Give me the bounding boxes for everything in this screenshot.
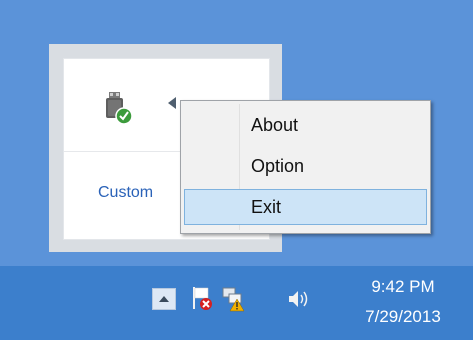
menu-item-label: About bbox=[251, 115, 299, 135]
menu-item-option[interactable]: Option bbox=[184, 148, 427, 184]
chevron-up-icon bbox=[159, 296, 169, 302]
menu-item-label: Exit bbox=[251, 197, 282, 217]
customize-link[interactable]: Custom bbox=[98, 184, 153, 202]
usb-safely-remove-icon[interactable] bbox=[104, 92, 134, 126]
clock-time[interactable]: 9:42 PM bbox=[350, 277, 456, 297]
menu-item-label: Option bbox=[251, 156, 305, 176]
show-hidden-icons-button[interactable] bbox=[152, 288, 176, 310]
clock-date[interactable]: 7/29/2013 bbox=[350, 307, 456, 327]
context-menu: About Option Exit bbox=[180, 100, 431, 234]
action-center-icon[interactable] bbox=[190, 286, 214, 312]
network-icon[interactable] bbox=[221, 286, 247, 312]
volume-icon[interactable] bbox=[286, 286, 310, 312]
menu-item-about[interactable]: About bbox=[184, 107, 427, 143]
menu-item-exit[interactable]: Exit bbox=[184, 189, 427, 225]
